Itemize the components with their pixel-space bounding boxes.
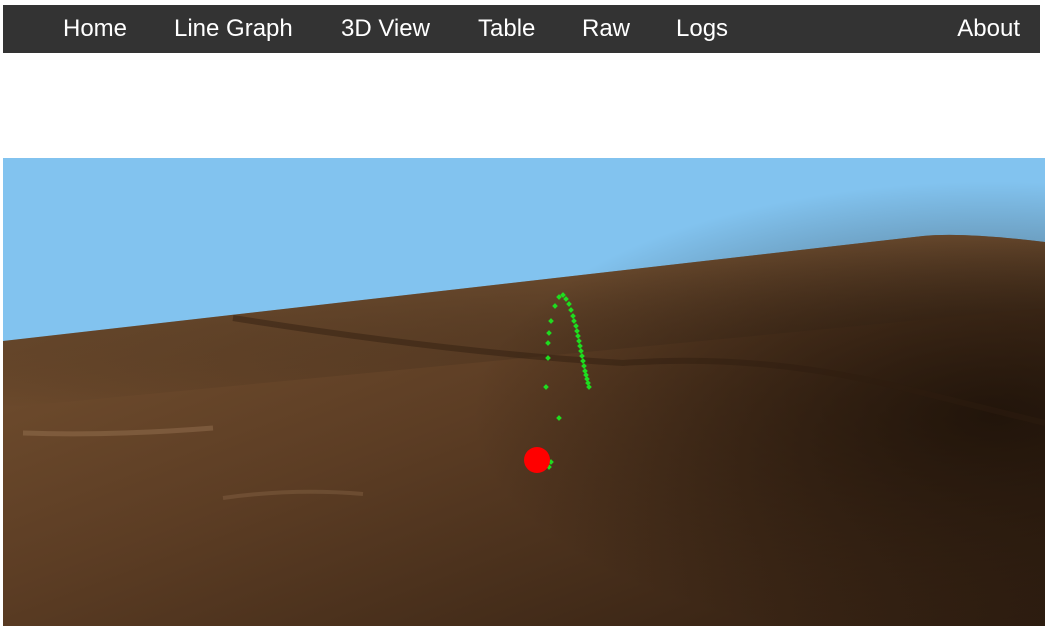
nav-about[interactable]: About	[957, 5, 1020, 53]
terrain-shadow	[3, 158, 1045, 626]
nav-line-graph[interactable]: Line Graph	[174, 5, 293, 53]
nav-home[interactable]: Home	[63, 5, 127, 53]
nav-raw[interactable]: Raw	[582, 5, 630, 53]
3d-scene	[3, 158, 1045, 626]
top-navbar: Home Line Graph 3D View Table Raw Logs A…	[3, 5, 1040, 53]
position-marker	[524, 447, 550, 473]
nav-table[interactable]: Table	[478, 5, 535, 53]
nav-logs[interactable]: Logs	[676, 5, 728, 53]
nav-3d-view[interactable]: 3D View	[341, 5, 430, 53]
3d-viewport[interactable]	[3, 158, 1045, 626]
